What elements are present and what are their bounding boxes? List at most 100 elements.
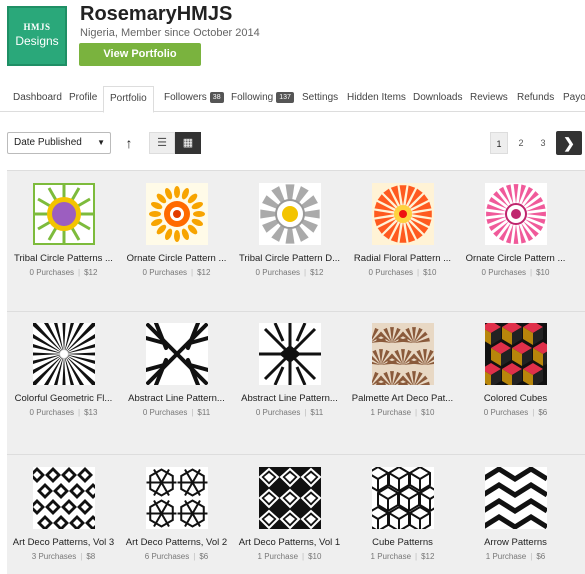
product-card[interactable]: Palmette Art Deco Pat... 1 Purchase | $10 xyxy=(346,323,459,417)
product-thumbnail[interactable] xyxy=(145,183,208,245)
page-3-button[interactable]: 3 xyxy=(534,132,552,154)
product-thumbnail[interactable] xyxy=(145,323,208,385)
product-price: $10 xyxy=(308,552,322,561)
product-card[interactable]: Colorful Geometric Fl... 0 Purchases | $13 xyxy=(7,323,120,417)
product-meta: 0 Purchases | $12 xyxy=(233,268,346,277)
avatar[interactable]: HMJS Designs xyxy=(7,6,67,66)
tab-payouts[interactable]: Payo xyxy=(563,86,585,112)
product-card[interactable]: Art Deco Patterns, Vol 2 6 Purchases | $6 xyxy=(120,467,233,561)
product-title[interactable]: Colorful Geometric Fl... xyxy=(7,393,120,404)
product-price: $12 xyxy=(310,268,324,277)
product-card[interactable]: Ornate Circle Pattern ... 0 Purchases | $12 xyxy=(120,183,233,277)
product-thumbnail[interactable] xyxy=(371,323,434,385)
product-price: $10 xyxy=(423,268,437,277)
purchase-count: 0 Purchases xyxy=(255,408,301,417)
tab-refunds[interactable]: Refunds xyxy=(517,86,554,112)
username: RosemaryHMJS xyxy=(80,3,233,25)
product-price: $10 xyxy=(421,408,435,417)
sort-direction-icon[interactable]: ↑ xyxy=(121,132,137,154)
product-card[interactable]: Abstract Line Pattern... 0 Purchases | $11 xyxy=(233,323,346,417)
product-thumbnail[interactable] xyxy=(258,467,321,529)
purchase-count: 6 Purchases xyxy=(144,552,190,561)
product-title[interactable]: Abstract Line Pattern... xyxy=(233,393,346,404)
product-title[interactable]: Ornate Circle Pattern ... xyxy=(459,253,572,264)
sort-dropdown[interactable]: Date Published ▼ xyxy=(7,132,111,154)
tab-following[interactable]: Following 137 xyxy=(231,86,294,112)
meta-divider: | xyxy=(304,268,307,277)
followers-count-badge: 38 xyxy=(209,92,224,103)
page-2-button[interactable]: 2 xyxy=(512,132,530,154)
tab-reviews[interactable]: Reviews xyxy=(470,86,508,112)
product-card[interactable]: Art Deco Patterns, Vol 1 1 Purchase | $10 xyxy=(233,467,346,561)
product-price: $12 xyxy=(421,552,435,561)
product-price: $8 xyxy=(86,552,96,561)
product-card[interactable]: Tribal Circle Patterns ... 0 Purchases | $1… xyxy=(7,183,120,277)
product-title[interactable]: Ornate Circle Pattern ... xyxy=(120,253,233,264)
product-card[interactable]: Arrow Patterns 1 Purchase | $6 xyxy=(459,467,572,561)
tab-label: Dashboard xyxy=(13,92,62,103)
product-title[interactable]: Art Deco Patterns, Vol 1 xyxy=(233,537,346,548)
tab-followers[interactable]: Followers 38 xyxy=(164,86,224,112)
product-card[interactable]: Abstract Line Pattern... 0 Purchases | $11 xyxy=(120,323,233,417)
tab-hidden-items[interactable]: Hidden Items xyxy=(347,86,406,112)
product-meta: 0 Purchases | $12 xyxy=(120,268,233,277)
product-title[interactable]: Art Deco Patterns, Vol 3 xyxy=(7,537,120,548)
tab-downloads[interactable]: Downloads xyxy=(413,86,462,112)
meta-divider: | xyxy=(532,408,535,417)
tab-label: Downloads xyxy=(413,92,463,103)
list-view-icon[interactable]: ☰ xyxy=(149,132,175,154)
product-title[interactable]: Tribal Circle Patterns ... xyxy=(7,253,120,264)
product-thumbnail[interactable] xyxy=(32,467,95,529)
product-card[interactable]: Radial Floral Pattern ... 0 Purchases | $10 xyxy=(346,183,459,277)
meta-divider: | xyxy=(193,552,196,561)
product-title[interactable]: Abstract Line Pattern... xyxy=(120,393,233,404)
product-thumbnail[interactable] xyxy=(484,183,547,245)
next-page-icon[interactable]: ❯ xyxy=(556,131,582,155)
purchase-count: 0 Purchases xyxy=(142,268,188,277)
product-meta: 0 Purchases | $10 xyxy=(459,268,572,277)
page-1-button[interactable]: 1 xyxy=(490,132,508,154)
purchase-count: 1 Purchase xyxy=(257,552,299,561)
product-meta: 1 Purchase | $12 xyxy=(346,552,459,561)
product-price: $13 xyxy=(84,408,98,417)
product-meta: 1 Purchase | $6 xyxy=(459,552,572,561)
purchase-count: 3 Purchases xyxy=(31,552,77,561)
grid-view-icon[interactable]: ▦ xyxy=(175,132,201,154)
product-price: $6 xyxy=(538,408,548,417)
product-thumbnail[interactable] xyxy=(371,467,434,529)
product-thumbnail[interactable] xyxy=(258,323,321,385)
product-title[interactable]: Radial Floral Pattern ... xyxy=(346,253,459,264)
tab-settings[interactable]: Settings xyxy=(302,86,338,112)
product-thumbnail[interactable] xyxy=(32,183,95,245)
product-meta: 0 Purchases | $12 xyxy=(7,268,120,277)
product-card[interactable]: Ornate Circle Pattern ... 0 Purchases | $10 xyxy=(459,183,572,277)
meta-divider: | xyxy=(78,408,81,417)
product-title[interactable]: Arrow Patterns xyxy=(459,537,572,548)
product-thumbnail[interactable] xyxy=(371,183,434,245)
tab-profile[interactable]: Profile xyxy=(69,86,97,112)
chevron-down-icon: ▼ xyxy=(97,138,105,147)
product-title[interactable]: Cube Patterns xyxy=(346,537,459,548)
tab-label: Refunds xyxy=(517,92,555,103)
product-thumbnail[interactable] xyxy=(145,467,208,529)
product-title[interactable]: Art Deco Patterns, Vol 2 xyxy=(120,537,233,548)
product-meta: 0 Purchases | $11 xyxy=(120,408,233,417)
product-card[interactable]: Cube Patterns 1 Purchase | $12 xyxy=(346,467,459,561)
tab-dashboard[interactable]: Dashboard xyxy=(13,86,62,112)
product-card[interactable]: Art Deco Patterns, Vol 3 3 Purchases | $8 xyxy=(7,467,120,561)
meta-divider: | xyxy=(302,552,305,561)
product-card[interactable]: Colored Cubes 0 Purchases | $6 xyxy=(459,323,572,417)
product-price: $11 xyxy=(310,408,324,417)
product-title[interactable]: Colored Cubes xyxy=(459,393,572,404)
product-thumbnail[interactable] xyxy=(484,467,547,529)
product-card[interactable]: Tribal Circle Pattern D... 0 Purchases | $1… xyxy=(233,183,346,277)
tab-label: Portfolio xyxy=(110,93,147,104)
product-title[interactable]: Tribal Circle Pattern D... xyxy=(233,253,346,264)
purchase-count: 0 Purchases xyxy=(481,268,527,277)
product-thumbnail[interactable] xyxy=(258,183,321,245)
product-thumbnail[interactable] xyxy=(32,323,95,385)
tab-portfolio[interactable]: Portfolio xyxy=(103,86,154,113)
view-portfolio-button[interactable]: View Portfolio xyxy=(79,43,201,66)
product-thumbnail[interactable] xyxy=(484,323,547,385)
product-title[interactable]: Palmette Art Deco Pat... xyxy=(346,393,459,404)
